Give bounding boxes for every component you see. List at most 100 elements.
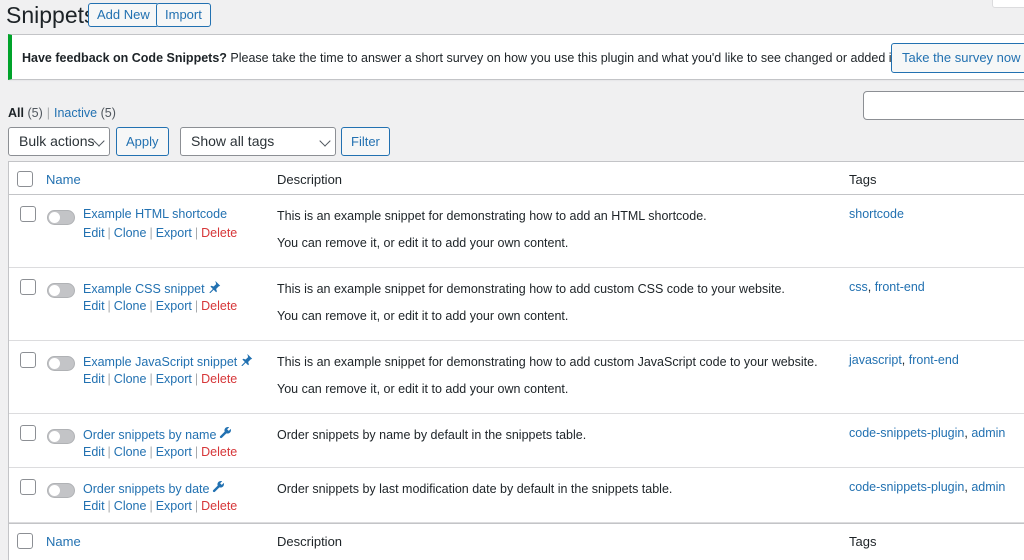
- row-actions: Edit | Clone | Export | Delete: [83, 445, 237, 459]
- search-input[interactable]: [863, 91, 1024, 120]
- activate-toggle[interactable]: [47, 429, 75, 444]
- tag-link[interactable]: front-end: [909, 353, 959, 367]
- column-description-footer: Description: [277, 534, 343, 549]
- tag-link[interactable]: shortcode: [849, 207, 904, 221]
- snippet-description: Order snippets by name by default in the…: [277, 428, 587, 442]
- clone-link[interactable]: Clone: [114, 299, 147, 313]
- action-separator: |: [107, 226, 111, 240]
- pin-icon: [240, 353, 253, 369]
- survey-button[interactable]: Take the survey now: [891, 43, 1024, 73]
- tag-link[interactable]: code-snippets-plugin: [849, 480, 964, 494]
- select-all-checkbox-footer[interactable]: [17, 533, 33, 549]
- tag-link[interactable]: code-snippets-plugin: [849, 426, 964, 440]
- export-link[interactable]: Export: [156, 445, 192, 459]
- delete-link[interactable]: Delete: [201, 445, 237, 459]
- snippet-name-link[interactable]: Example HTML shortcode: [83, 207, 227, 221]
- column-name-sort-footer[interactable]: Name: [46, 534, 81, 549]
- view-all[interactable]: All (5): [8, 106, 43, 120]
- view-inactive[interactable]: Inactive: [54, 106, 97, 120]
- snippet-description: This is an example snippet for demonstra…: [277, 209, 707, 223]
- snippet-name-link[interactable]: Example CSS snippet: [83, 282, 205, 296]
- activate-toggle[interactable]: [47, 210, 75, 225]
- snippet-name-link[interactable]: Order snippets by date: [83, 482, 209, 496]
- table-row: Example CSS snippet Edit | Clone | Export | Del…: [9, 268, 1024, 341]
- snippet-name-link[interactable]: Order snippets by name: [83, 428, 216, 442]
- bulk-actions-value: Bulk actions: [19, 133, 95, 149]
- filter-button[interactable]: Filter: [341, 127, 390, 156]
- notice-body: Please take the time to answer a short s…: [226, 51, 959, 65]
- export-link[interactable]: Export: [156, 226, 192, 240]
- clone-link[interactable]: Clone: [114, 226, 147, 240]
- row-actions: Edit | Clone | Export | Delete: [83, 499, 237, 513]
- edit-link[interactable]: Edit: [83, 445, 105, 459]
- activate-toggle[interactable]: [47, 283, 75, 298]
- tag-link[interactable]: admin: [971, 426, 1005, 440]
- snippet-tags: javascript, front-end: [849, 353, 959, 367]
- delete-link[interactable]: Delete: [201, 372, 237, 386]
- snippet-name: Example HTML shortcode: [83, 207, 227, 221]
- snippet-description-note: You can remove it, or edit it to add you…: [277, 309, 569, 323]
- row-checkbox[interactable]: [20, 479, 36, 495]
- add-new-button[interactable]: Add New: [88, 3, 159, 27]
- edit-link[interactable]: Edit: [83, 372, 105, 386]
- notice-text: Have feedback on Code Snippets? Please t…: [22, 51, 958, 65]
- activate-toggle[interactable]: [47, 483, 75, 498]
- table-row: Example HTML shortcode Edit | Clone | Export |…: [9, 195, 1024, 268]
- snippet-tags: code-snippets-plugin, admin: [849, 426, 1005, 440]
- column-description: Description: [277, 172, 343, 187]
- tag-link[interactable]: front-end: [875, 280, 925, 294]
- page-title: Snippets: [6, 2, 96, 28]
- view-inactive-label[interactable]: Inactive: [54, 106, 97, 120]
- action-separator: |: [149, 499, 153, 513]
- table-header: Name Description Tags: [9, 162, 1024, 195]
- import-button[interactable]: Import: [156, 3, 211, 27]
- row-actions: Edit | Clone | Export | Delete: [83, 299, 237, 313]
- row-checkbox[interactable]: [20, 206, 36, 222]
- snippet-description-note: You can remove it, or edit it to add you…: [277, 382, 569, 396]
- table-row: Example JavaScript snippet Edit | Clone | Exp…: [9, 341, 1024, 414]
- snippet-description: This is an example snippet for demonstra…: [277, 282, 785, 296]
- row-checkbox[interactable]: [20, 279, 36, 295]
- delete-link[interactable]: Delete: [201, 299, 237, 313]
- snippet-name: Order snippets by name: [83, 426, 232, 442]
- view-all-count: (5): [27, 106, 43, 120]
- table-footer: Name Description Tags: [9, 523, 1024, 556]
- row-checkbox[interactable]: [20, 352, 36, 368]
- delete-link[interactable]: Delete: [201, 226, 237, 240]
- snippet-tags: css, front-end: [849, 280, 925, 294]
- select-all-checkbox[interactable]: [17, 171, 33, 187]
- edit-link[interactable]: Edit: [83, 299, 105, 313]
- export-link[interactable]: Export: [156, 372, 192, 386]
- notice-strong: Have feedback on Code Snippets?: [22, 51, 227, 65]
- snippet-description-note: You can remove it, or edit it to add you…: [277, 236, 569, 250]
- activate-toggle[interactable]: [47, 356, 75, 371]
- action-separator: |: [194, 226, 199, 240]
- action-separator: |: [194, 445, 199, 459]
- tag-link[interactable]: css: [849, 280, 868, 294]
- clone-link[interactable]: Clone: [114, 499, 147, 513]
- column-name-sort[interactable]: Name: [46, 172, 81, 187]
- clone-link[interactable]: Clone: [114, 372, 147, 386]
- apply-button[interactable]: Apply: [116, 127, 169, 156]
- view-inactive-count: (5): [100, 106, 116, 120]
- clone-link[interactable]: Clone: [114, 445, 147, 459]
- delete-link[interactable]: Delete: [201, 499, 237, 513]
- tags-filter-select[interactable]: Show all tags: [180, 127, 336, 156]
- snippet-name-link[interactable]: Example JavaScript snippet: [83, 355, 237, 369]
- tag-link[interactable]: admin: [971, 480, 1005, 494]
- edit-link[interactable]: Edit: [83, 226, 105, 240]
- view-all-label[interactable]: All: [8, 106, 24, 120]
- snippet-name: Example JavaScript snippet: [83, 353, 253, 369]
- action-separator: |: [149, 445, 153, 459]
- edit-link[interactable]: Edit: [83, 499, 105, 513]
- row-checkbox[interactable]: [20, 425, 36, 441]
- chevron-down-icon: [319, 135, 331, 147]
- tag-link[interactable]: javascript: [849, 353, 902, 367]
- screen-options-tab[interactable]: [992, 0, 1024, 8]
- wrench-icon: [219, 426, 232, 442]
- bulk-actions-select[interactable]: Bulk actions: [8, 127, 110, 156]
- snippet-name: Example CSS snippet: [83, 280, 221, 296]
- export-link[interactable]: Export: [156, 499, 192, 513]
- snippet-tags: code-snippets-plugin, admin: [849, 480, 1005, 494]
- export-link[interactable]: Export: [156, 299, 192, 313]
